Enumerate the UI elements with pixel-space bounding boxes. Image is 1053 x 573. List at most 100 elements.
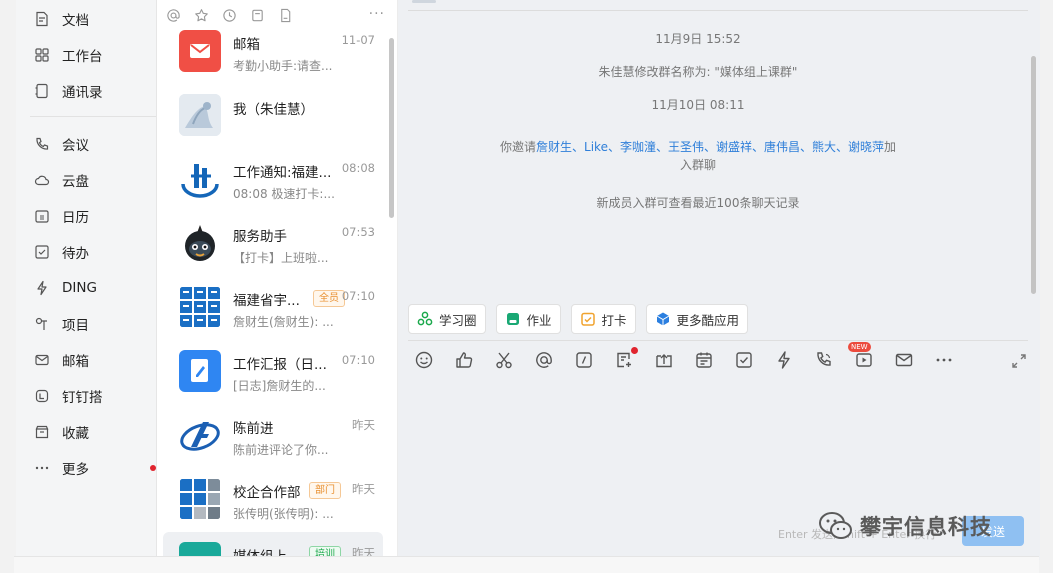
app-label: 作业: [526, 312, 552, 328]
conversation-time: 07:53: [341, 225, 375, 239]
new-badge: NEW: [848, 342, 871, 352]
sidebar-item-meeting[interactable]: 会议: [34, 132, 89, 156]
conversation-item[interactable]: 我（朱佳慧）: [163, 84, 383, 148]
sidebar-item-todo[interactable]: 待办: [34, 240, 89, 264]
conversation-time: 昨天: [352, 482, 375, 496]
conversation-time: 11-07: [341, 33, 375, 47]
sidebar: 文档 工作台 通讯录 会议 云盘 日历 待办 DING 项目 邮箱 钉钉搭 收藏…: [16, 0, 157, 560]
input-toolbar: NEW: [414, 342, 974, 372]
chat-header-divider: [408, 10, 1028, 11]
call-button[interactable]: [814, 350, 836, 372]
study-circle-button[interactable]: 学习圈: [408, 304, 486, 334]
assistant-avatar: [179, 222, 221, 264]
sidebar-item-favorites[interactable]: 收藏: [34, 420, 89, 444]
document-icon: [36, 11, 48, 27]
sidebar-item-contacts[interactable]: 通讯录: [34, 79, 103, 103]
checkin-button[interactable]: 打卡: [570, 304, 636, 334]
sidebar-item-calendar[interactable]: 日历: [34, 204, 89, 228]
conversation-item[interactable]: 邮箱 考勤小助手:请查... 11-07: [163, 20, 383, 84]
system-message-rename: 朱佳慧修改群名称为: "媒体组上课群": [598, 65, 798, 79]
box-icon: [35, 425, 49, 439]
conversation-name: 福建省宇...: [233, 293, 300, 309]
conversation-list: ··· 邮箱 考勤小助手:请查... 11-07 我（朱佳慧） 工作通知:福建.…: [157, 0, 398, 560]
emoji-button[interactable]: [414, 350, 436, 372]
chat-panel: 11月9日 15:52 朱佳慧修改群名称为: "媒体组上课群" 11月10日 0…: [398, 0, 1040, 560]
conversation-name: 服务助手: [233, 229, 287, 245]
chat-scrollbar[interactable]: [1031, 56, 1036, 294]
app-window: 文档 工作台 通讯录 会议 云盘 日历 待办 DING 项目 邮箱 钉钉搭 收藏…: [0, 0, 1053, 573]
more-cool-apps-button[interactable]: 更多酷应用: [645, 304, 749, 334]
conversation-name: 陈前进: [233, 421, 274, 437]
slash-box-icon: [576, 352, 592, 368]
homework-icon: [506, 313, 519, 325]
system-message-invite: 你邀请詹财生、Like、李咖潼、王圣伟、谢盛祥、唐伟昌、熊大、谢晓萍加 入群聊: [398, 138, 998, 174]
report-avatar-icon: [179, 350, 221, 392]
conversation-time: 08:08: [341, 161, 375, 175]
calendar-icon: [35, 210, 49, 223]
task-button[interactable]: [734, 350, 756, 372]
sidebar-item-project[interactable]: 项目: [34, 312, 89, 336]
sidebar-item-dingda[interactable]: 钉钉搭: [34, 384, 103, 408]
upload-file-button[interactable]: [654, 350, 676, 372]
chat-header-tab[interactable]: [412, 0, 436, 3]
live-video-button[interactable]: NEW: [848, 342, 876, 372]
wechat-icon: [819, 512, 852, 539]
invited-members[interactable]: 詹财生、Like、李咖潼、王圣伟、谢盛祥、唐伟昌、熊大、谢晓萍: [536, 140, 884, 154]
window-bottom-edge: [14, 556, 1039, 573]
sidebar-item-workbench[interactable]: 工作台: [34, 43, 103, 67]
mention-button[interactable]: [534, 350, 556, 372]
notification-dot: [150, 465, 156, 471]
conversation-item[interactable]: 校企合作部 部门 张传明(张传明): ... 昨天: [163, 468, 383, 532]
sidebar-item-label: 日历: [62, 210, 89, 226]
sidebar-item-docs[interactable]: 文档: [34, 7, 89, 31]
conversation-name: 校企合作部: [233, 485, 301, 501]
slash-command-button[interactable]: [574, 350, 596, 372]
phone-icon: [817, 352, 831, 366]
org-logo-avatar: [179, 158, 221, 200]
conversation-name: 工作通知:福建...: [233, 165, 332, 181]
document-plus-button[interactable]: [614, 347, 638, 372]
sidebar-item-cloud[interactable]: 云盘: [34, 168, 89, 192]
sidebar-item-mail[interactable]: 邮箱: [34, 348, 89, 372]
sidebar-item-more[interactable]: 更多: [34, 456, 89, 480]
conversation-item[interactable]: 福建省宇... 全员 詹财生(詹财生): ... 07:10: [163, 276, 383, 340]
screenshot-button[interactable]: [494, 350, 516, 372]
watermark: 攀宇信息科技: [818, 508, 1028, 544]
sidebar-item-ding[interactable]: DING: [34, 276, 97, 300]
mail-button[interactable]: [894, 350, 916, 372]
conversation-preview: 詹财生(詹财生): ...: [233, 315, 334, 329]
person-avatar: [179, 414, 221, 456]
sidebar-item-label: 会议: [62, 138, 89, 154]
conversation-preview: 08:08 极速打卡:...: [233, 187, 335, 201]
grid-icon: [35, 48, 49, 62]
phone-icon: [36, 137, 49, 150]
sidebar-item-label: 收藏: [62, 426, 89, 442]
checkin-icon: [580, 312, 595, 326]
sidebar-item-label: 通讯录: [62, 85, 103, 101]
mail-avatar-icon: [179, 30, 221, 72]
sidebar-item-label: 邮箱: [62, 354, 89, 370]
conversation-preview: 陈前进评论了你...: [233, 443, 329, 457]
emoji-icon: [415, 351, 433, 369]
conversation-item[interactable]: 工作通知:福建... 08:08 极速打卡:... 08:08: [163, 148, 383, 212]
app-label: 学习圈: [439, 312, 477, 328]
conversation-item[interactable]: 工作汇报（日... [日志]詹财生的... 07:10: [163, 340, 383, 404]
ellipsis-icon: [936, 358, 952, 362]
input-divider: [408, 340, 1028, 341]
group-avatar: [179, 286, 221, 328]
sidebar-item-label: 工作台: [62, 49, 103, 65]
conversation-preview: 考勤小助手:请查...: [233, 59, 333, 73]
conversation-item[interactable]: 服务助手 【打卡】上班啦... 07:53: [163, 212, 383, 276]
conversation-name: 邮箱: [233, 37, 260, 53]
cool-apps-bar: 学习圈 作业 打卡 更多酷应用: [408, 304, 758, 334]
conversation-item[interactable]: 陈前进 陈前进评论了你... 昨天: [163, 404, 383, 468]
mail-icon: [35, 354, 49, 366]
watermark-text: 攀宇信息科技: [860, 515, 992, 539]
more-tools-button[interactable]: [934, 350, 956, 372]
like-button[interactable]: [454, 350, 476, 372]
conversation-scrollbar[interactable]: [389, 38, 394, 218]
expand-icon[interactable]: [1010, 352, 1028, 370]
ding-button[interactable]: [774, 350, 796, 372]
homework-button[interactable]: 作业: [495, 304, 561, 334]
schedule-button[interactable]: [694, 350, 716, 372]
